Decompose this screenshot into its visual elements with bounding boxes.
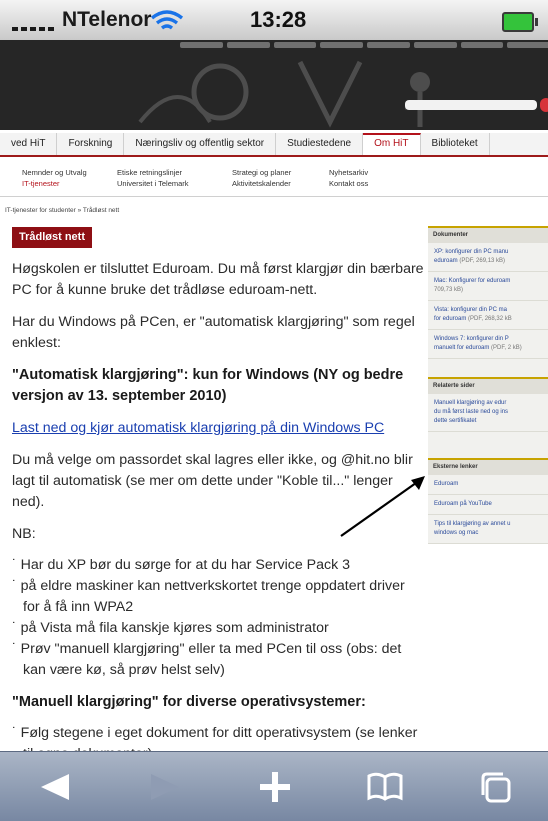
- tab-forskning[interactable]: Forskning: [57, 133, 125, 155]
- clock: 13:28: [250, 7, 307, 32]
- banner-decoration-icon: [138, 60, 435, 128]
- external-heading: Eksterne lenker: [428, 458, 548, 475]
- pages-button[interactable]: [440, 752, 548, 821]
- submenu: Nemnder og Utvalg IT-tjenester Etiske re…: [0, 158, 548, 197]
- search-button[interactable]: [540, 98, 548, 112]
- submenu-link[interactable]: Strategi og planer: [232, 167, 291, 178]
- external-link[interactable]: Tips til klargjøring av annet u windows o…: [428, 515, 548, 544]
- submenu-link[interactable]: Aktivitetskalender: [232, 178, 291, 189]
- pages-icon: [481, 772, 511, 803]
- search-input[interactable]: [405, 100, 537, 110]
- auto-heading: "Automatisk klargjøring": kun for Window…: [12, 365, 424, 407]
- signal-strength-icon: [12, 17, 60, 31]
- documents-heading: Dokumenter: [428, 226, 548, 243]
- submenu-link[interactable]: Nemnder og Utvalg: [22, 167, 87, 178]
- add-bookmark-button[interactable]: [220, 752, 330, 821]
- site-banner: [0, 40, 548, 130]
- status-bar: NTelenor 13:28: [0, 0, 548, 41]
- intro-paragraph: Høgskolen er tilsluttet Eduroam. Du må f…: [12, 261, 424, 298]
- submenu-link[interactable]: Kontakt oss: [329, 178, 368, 189]
- back-arrow-icon: [41, 774, 69, 800]
- tab-ved-hit[interactable]: ved HiT: [0, 133, 58, 155]
- list-item: ˙ på eldre maskiner kan nettverkskortet …: [12, 578, 405, 615]
- plus-icon: [260, 772, 290, 802]
- document-link[interactable]: Vista: konfigurer din PC ma for eduroam (…: [428, 301, 548, 330]
- back-button[interactable]: [0, 752, 110, 821]
- sidebar: Dokumenter XP: konfigurer din PC manu edu…: [428, 226, 548, 544]
- bookmarks-button[interactable]: [330, 752, 440, 821]
- related-link[interactable]: Manuell klargjøring av edur du må først l…: [428, 394, 548, 432]
- submenu-link-active[interactable]: IT-tjenester: [22, 178, 87, 189]
- submenu-link[interactable]: Universitet i Telemark: [117, 178, 189, 189]
- tab-om-hit[interactable]: Om HiT: [363, 133, 421, 155]
- document-link[interactable]: XP: konfigurer din PC manu eduroam (PDF, …: [428, 243, 548, 272]
- list-item: ˙ Har du XP bør du sørge for at du har S…: [12, 557, 351, 573]
- carrier-name: NTelenor: [62, 8, 152, 31]
- annotation-arrow-icon: [340, 476, 425, 537]
- breadcrumb[interactable]: IT-tjenester for studenter » Trådløst ne…: [5, 207, 119, 214]
- page-title: Trådløst nett: [12, 227, 93, 248]
- submenu-link[interactable]: Nyhetsarkiv: [329, 167, 368, 178]
- document-link[interactable]: Mac: Konfigurer for eduroam 709,73 kB): [428, 272, 548, 301]
- submenu-link[interactable]: Etiske retningslinjer: [117, 167, 189, 178]
- manual-heading: "Manuell klargjøring" for diverse operat…: [12, 694, 366, 710]
- windows-paragraph: Har du Windows på PCen, er "automatisk k…: [12, 314, 415, 351]
- open-book-icon: [367, 772, 403, 801]
- tab-biblioteket[interactable]: Biblioteket: [421, 133, 490, 155]
- wifi-icon: [150, 10, 184, 30]
- list-item: ˙ Prøv "manuell klargjøring" eller ta me…: [12, 641, 402, 678]
- top-links: [180, 42, 548, 52]
- tab-studiestedene[interactable]: Studiestedene: [276, 133, 364, 155]
- auto-heading-strong: "Automatisk klargjøring": [12, 367, 184, 383]
- battery-icon: [502, 12, 538, 32]
- external-link[interactable]: Eduroam på YouTube: [428, 495, 548, 515]
- list-item: ˙ på Vista må fila kanskje kjøres som ad…: [12, 620, 329, 636]
- forward-arrow-icon: [151, 774, 179, 800]
- phone-screen: NTelenor 13:28 ved HiT Forskning Nærings…: [0, 0, 548, 821]
- document-link[interactable]: Windows 7: konfigurer din Pmanuelt for e…: [428, 330, 548, 359]
- related-heading: Relaterte sider: [428, 377, 548, 394]
- safari-toolbar: [0, 751, 548, 821]
- forward-button[interactable]: [110, 752, 220, 821]
- tab-naeringsliv[interactable]: Næringsliv og offentlig sektor: [124, 133, 277, 155]
- external-link[interactable]: Eduroam: [428, 475, 548, 495]
- main-navigation: ved HiT Forskning Næringsliv og offentli…: [0, 133, 548, 157]
- download-link[interactable]: Last ned og kjør automatisk klargjøring …: [12, 420, 384, 436]
